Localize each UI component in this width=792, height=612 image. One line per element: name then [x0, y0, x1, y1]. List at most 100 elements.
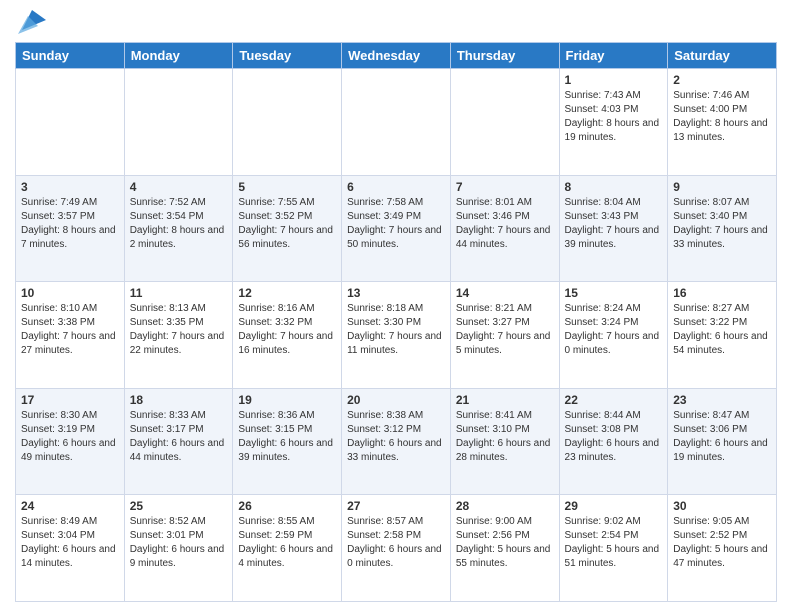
week-row-1: 1 Sunrise: 7:43 AM Sunset: 4:03 PM Daylig… [16, 69, 777, 176]
day-number: 16 [673, 286, 771, 300]
day-info: Sunrise: 8:13 AM Sunset: 3:35 PM Dayligh… [130, 302, 228, 358]
weekday-header-row: SundayMondayTuesdayWednesdayThursdayFrid… [16, 43, 777, 69]
day-number: 2 [673, 73, 771, 87]
day-cell: 16 Sunrise: 8:27 AM Sunset: 3:22 PM Dayli… [668, 282, 777, 389]
day-cell: 25Sunrise: 8:52 AM Sunset: 3:01 PM Dayli… [124, 495, 233, 602]
day-cell: 30 Sunrise: 9:05 AM Sunset: 2:52 PM Dayli… [668, 495, 777, 602]
day-number: 3 [21, 180, 119, 194]
day-cell: 7Sunrise: 8:01 AM Sunset: 3:46 PM Daylig… [450, 175, 559, 282]
week-row-2: 3 Sunrise: 7:49 AM Sunset: 3:57 PM Daylig… [16, 175, 777, 282]
day-info: Sunrise: 8:38 AM Sunset: 3:12 PM Dayligh… [347, 409, 445, 465]
weekday-header-monday: Monday [124, 43, 233, 69]
day-info: Sunrise: 8:07 AM Sunset: 3:40 PM Dayligh… [673, 196, 771, 252]
day-info: Sunrise: 8:21 AM Sunset: 3:27 PM Dayligh… [456, 302, 554, 358]
day-cell: 21Sunrise: 8:41 AM Sunset: 3:10 PM Dayli… [450, 388, 559, 495]
day-cell: 27Sunrise: 8:57 AM Sunset: 2:58 PM Dayli… [342, 495, 451, 602]
day-number: 30 [673, 499, 771, 513]
day-cell: 13 Sunrise: 8:18 AM Sunset: 3:30 PM Dayli… [342, 282, 451, 389]
day-cell: 1 Sunrise: 7:43 AM Sunset: 4:03 PM Daylig… [559, 69, 668, 176]
day-info: Sunrise: 8:16 AM Sunset: 3:32 PM Dayligh… [238, 302, 336, 358]
day-cell [124, 69, 233, 176]
day-info: Sunrise: 9:02 AM Sunset: 2:54 PM Dayligh… [565, 515, 663, 571]
day-number: 26 [238, 499, 336, 513]
day-info: Sunrise: 8:52 AM Sunset: 3:01 PM Dayligh… [130, 515, 228, 571]
page: SundayMondayTuesdayWednesdayThursdayFrid… [0, 0, 792, 612]
day-cell [450, 69, 559, 176]
day-cell: 24 Sunrise: 8:49 AM Sunset: 3:04 PM Dayli… [16, 495, 125, 602]
day-cell: 5 Sunrise: 7:55 AM Sunset: 3:52 PM Daylig… [233, 175, 342, 282]
day-cell: 2 Sunrise: 7:46 AM Sunset: 4:00 PM Daylig… [668, 69, 777, 176]
day-number: 9 [673, 180, 771, 194]
day-number: 20 [347, 393, 445, 407]
day-info: Sunrise: 8:10 AM Sunset: 3:38 PM Dayligh… [21, 302, 119, 358]
day-cell: 17 Sunrise: 8:30 AM Sunset: 3:19 PM Dayli… [16, 388, 125, 495]
day-cell: 8 Sunrise: 8:04 AM Sunset: 3:43 PM Daylig… [559, 175, 668, 282]
day-info: Sunrise: 8:24 AM Sunset: 3:24 PM Dayligh… [565, 302, 663, 358]
day-info: Sunrise: 7:43 AM Sunset: 4:03 PM Dayligh… [565, 89, 663, 145]
day-number: 22 [565, 393, 663, 407]
day-cell: 9 Sunrise: 8:07 AM Sunset: 3:40 PM Daylig… [668, 175, 777, 282]
weekday-header-wednesday: Wednesday [342, 43, 451, 69]
day-info: Sunrise: 8:49 AM Sunset: 3:04 PM Dayligh… [21, 515, 119, 571]
day-info: Sunrise: 8:55 AM Sunset: 2:59 PM Dayligh… [238, 515, 336, 571]
day-cell: 18 Sunrise: 8:33 AM Sunset: 3:17 PM Dayli… [124, 388, 233, 495]
day-info: Sunrise: 9:00 AM Sunset: 2:56 PM Dayligh… [456, 515, 554, 571]
day-number: 8 [565, 180, 663, 194]
day-cell: 22 Sunrise: 8:44 AM Sunset: 3:08 PM Dayli… [559, 388, 668, 495]
day-number: 5 [238, 180, 336, 194]
day-info: Sunrise: 7:46 AM Sunset: 4:00 PM Dayligh… [673, 89, 771, 145]
day-info: Sunrise: 7:55 AM Sunset: 3:52 PM Dayligh… [238, 196, 336, 252]
day-number: 23 [673, 393, 771, 407]
day-info: Sunrise: 8:47 AM Sunset: 3:06 PM Dayligh… [673, 409, 771, 465]
day-number: 14 [456, 286, 554, 300]
day-number: 11 [130, 286, 228, 300]
day-number: 10 [21, 286, 119, 300]
week-row-5: 24 Sunrise: 8:49 AM Sunset: 3:04 PM Dayli… [16, 495, 777, 602]
day-cell: 4Sunrise: 7:52 AM Sunset: 3:54 PM Daylig… [124, 175, 233, 282]
day-info: Sunrise: 8:44 AM Sunset: 3:08 PM Dayligh… [565, 409, 663, 465]
day-info: Sunrise: 8:01 AM Sunset: 3:46 PM Dayligh… [456, 196, 554, 252]
day-number: 18 [130, 393, 228, 407]
weekday-header-tuesday: Tuesday [233, 43, 342, 69]
day-cell [16, 69, 125, 176]
day-cell: 3 Sunrise: 7:49 AM Sunset: 3:57 PM Daylig… [16, 175, 125, 282]
week-row-3: 10 Sunrise: 8:10 AM Sunset: 3:38 PM Dayli… [16, 282, 777, 389]
logo-icon [18, 6, 46, 34]
day-number: 13 [347, 286, 445, 300]
day-info: Sunrise: 8:04 AM Sunset: 3:43 PM Dayligh… [565, 196, 663, 252]
day-number: 24 [21, 499, 119, 513]
weekday-header-friday: Friday [559, 43, 668, 69]
day-info: Sunrise: 7:58 AM Sunset: 3:49 PM Dayligh… [347, 196, 445, 252]
day-cell: 11 Sunrise: 8:13 AM Sunset: 3:35 PM Dayli… [124, 282, 233, 389]
header [15, 10, 777, 34]
day-info: Sunrise: 8:33 AM Sunset: 3:17 PM Dayligh… [130, 409, 228, 465]
day-info: Sunrise: 8:27 AM Sunset: 3:22 PM Dayligh… [673, 302, 771, 358]
logo [15, 14, 46, 34]
day-number: 29 [565, 499, 663, 513]
day-cell: 23 Sunrise: 8:47 AM Sunset: 3:06 PM Dayli… [668, 388, 777, 495]
day-number: 17 [21, 393, 119, 407]
day-cell: 29 Sunrise: 9:02 AM Sunset: 2:54 PM Dayli… [559, 495, 668, 602]
weekday-header-sunday: Sunday [16, 43, 125, 69]
day-number: 19 [238, 393, 336, 407]
day-number: 12 [238, 286, 336, 300]
weekday-header-thursday: Thursday [450, 43, 559, 69]
day-cell: 28Sunrise: 9:00 AM Sunset: 2:56 PM Dayli… [450, 495, 559, 602]
calendar-table: SundayMondayTuesdayWednesdayThursdayFrid… [15, 42, 777, 602]
day-info: Sunrise: 8:30 AM Sunset: 3:19 PM Dayligh… [21, 409, 119, 465]
day-cell: 10 Sunrise: 8:10 AM Sunset: 3:38 PM Dayli… [16, 282, 125, 389]
day-info: Sunrise: 8:57 AM Sunset: 2:58 PM Dayligh… [347, 515, 445, 571]
day-info: Sunrise: 9:05 AM Sunset: 2:52 PM Dayligh… [673, 515, 771, 571]
day-info: Sunrise: 7:49 AM Sunset: 3:57 PM Dayligh… [21, 196, 119, 252]
day-cell: 15Sunrise: 8:24 AM Sunset: 3:24 PM Dayli… [559, 282, 668, 389]
day-cell: 20 Sunrise: 8:38 AM Sunset: 3:12 PM Dayli… [342, 388, 451, 495]
weekday-header-saturday: Saturday [668, 43, 777, 69]
day-number: 4 [130, 180, 228, 194]
day-cell: 19Sunrise: 8:36 AM Sunset: 3:15 PM Dayli… [233, 388, 342, 495]
day-cell [233, 69, 342, 176]
day-cell: 12 Sunrise: 8:16 AM Sunset: 3:32 PM Dayli… [233, 282, 342, 389]
day-number: 1 [565, 73, 663, 87]
day-cell [342, 69, 451, 176]
day-cell: 26 Sunrise: 8:55 AM Sunset: 2:59 PM Dayli… [233, 495, 342, 602]
day-info: Sunrise: 8:18 AM Sunset: 3:30 PM Dayligh… [347, 302, 445, 358]
